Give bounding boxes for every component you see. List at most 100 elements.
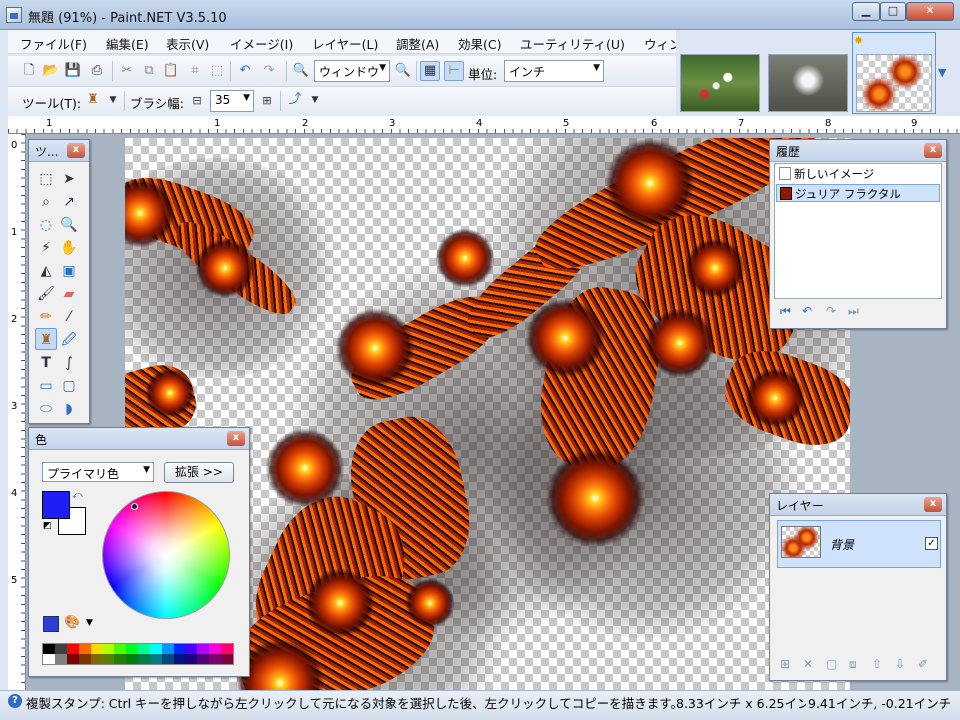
palette-swatch[interactable] xyxy=(90,654,103,664)
palette-swatch[interactable] xyxy=(173,654,186,664)
palette-menu-icon[interactable]: 🎨 xyxy=(64,615,80,630)
palette-swatch[interactable] xyxy=(54,644,67,654)
move-layer-down-icon[interactable]: ⇩ xyxy=(895,657,905,671)
deselect-icon[interactable]: ⬚ xyxy=(208,62,226,80)
palette-swatch[interactable] xyxy=(114,654,127,664)
palette-swatch[interactable] xyxy=(54,654,67,664)
rectangle-icon[interactable]: ▭ xyxy=(35,374,57,396)
palette-swatch[interactable] xyxy=(209,644,222,654)
palette-swatch[interactable] xyxy=(126,644,138,654)
eraser-icon[interactable]: ▰ xyxy=(58,282,80,304)
palette-swatch[interactable] xyxy=(149,644,162,654)
app-icon[interactable] xyxy=(6,7,22,23)
palette-swatch[interactable] xyxy=(138,654,150,664)
image-thumbnail-fractal[interactable] xyxy=(856,54,932,112)
image-thumbnail-flowers[interactable] xyxy=(680,54,760,112)
line-curve-icon[interactable]: ∫ xyxy=(58,351,80,373)
paste-icon[interactable]: 📋 xyxy=(162,62,180,80)
save-icon[interactable]: 💾 xyxy=(64,62,82,80)
palette-swatch[interactable] xyxy=(78,644,91,654)
palette-swatch[interactable] xyxy=(161,644,174,654)
expand-button[interactable]: 拡張 >> xyxy=(164,462,234,483)
units-dropdown[interactable]: インチ ▼ xyxy=(504,60,604,82)
new-icon[interactable]: 🗋 xyxy=(20,62,38,80)
palette-swatch[interactable] xyxy=(66,654,79,664)
palette-swatch[interactable] xyxy=(90,644,103,654)
duplicate-layer-icon[interactable]: ▢ xyxy=(826,657,837,671)
palette-swatch[interactable] xyxy=(66,644,79,654)
add-layer-icon[interactable]: ⊞ xyxy=(780,657,790,671)
color-wheel[interactable] xyxy=(102,491,230,619)
freeform-shape-icon[interactable]: ◗ xyxy=(58,397,80,419)
minimize-button[interactable]: ▁ xyxy=(852,2,880,21)
history-item[interactable]: 新しいイメージ xyxy=(776,165,940,183)
palette-swatch[interactable] xyxy=(209,654,222,664)
palette-swatch[interactable] xyxy=(173,644,186,654)
open-icon[interactable]: 📂 xyxy=(42,62,60,80)
delete-layer-icon[interactable]: ✕ xyxy=(803,657,813,671)
rounded-rectangle-icon[interactable]: ▢ xyxy=(58,374,80,396)
palette-swatch[interactable] xyxy=(221,644,233,654)
palette-swatch[interactable] xyxy=(197,644,210,654)
clone-stamp-icon[interactable]: ♜ xyxy=(84,91,102,109)
color-wheel-marker[interactable] xyxy=(131,503,138,510)
ellipse-select-icon[interactable]: ◌ xyxy=(35,213,57,235)
undo-icon[interactable]: ↶ xyxy=(236,62,254,80)
ruler-icon[interactable]: ⊢ xyxy=(444,61,464,81)
recolor-icon[interactable]: 🖉 xyxy=(58,328,80,350)
brush-decrease-icon[interactable]: ⊟ xyxy=(188,92,206,110)
history-last-icon[interactable]: ⏭ xyxy=(848,304,859,319)
history-panel-close-icon[interactable]: x xyxy=(924,143,942,158)
antialias-chevron-down-icon[interactable]: ▼ xyxy=(306,91,324,109)
palette-swatch[interactable] xyxy=(221,654,233,664)
history-undo-icon[interactable]: ↶ xyxy=(802,304,812,318)
crop-icon[interactable]: ⌗ xyxy=(186,62,204,80)
palette-swatch[interactable] xyxy=(78,654,91,664)
menu-utilities[interactable]: ユーティリティ(U) xyxy=(520,34,625,53)
history-redo-icon[interactable]: ↷ xyxy=(826,304,836,318)
palette-swatch[interactable] xyxy=(43,654,55,664)
move-selection-icon[interactable]: ➤ xyxy=(58,167,80,189)
copy-icon[interactable]: ⧉ xyxy=(140,62,158,80)
menu-view[interactable]: 表示(V) xyxy=(166,34,209,53)
menu-image[interactable]: イメージ(I) xyxy=(230,34,293,53)
paintbrush-icon[interactable]: 🖌 xyxy=(35,282,57,304)
palette-swatch[interactable] xyxy=(149,654,162,664)
zoom-in-icon[interactable]: 🔍 xyxy=(394,62,412,80)
clone-stamp-tool-icon[interactable]: ♜ xyxy=(35,328,57,350)
zoom-out-icon[interactable]: 🔍 xyxy=(292,62,310,80)
add-to-palette-icon[interactable] xyxy=(43,616,59,632)
palette-chevron-down-icon[interactable]: ▼ xyxy=(86,618,93,628)
pencil-icon[interactable]: ✏ xyxy=(35,305,57,327)
magic-wand-icon[interactable]: ⚡ xyxy=(35,236,57,258)
cut-icon[interactable]: ✂ xyxy=(118,62,136,80)
tools-panel-close-icon[interactable]: x xyxy=(67,143,85,158)
layers-panel-close-icon[interactable]: x xyxy=(924,497,942,512)
paint-bucket-icon[interactable]: ◭ xyxy=(35,259,57,281)
menu-edit[interactable]: 編集(E) xyxy=(106,34,149,53)
history-first-icon[interactable]: ⏮ xyxy=(780,304,791,319)
antialias-icon[interactable]: ⤴ xyxy=(286,91,304,109)
move-layer-up-icon[interactable]: ⇧ xyxy=(872,657,882,671)
palette-swatch[interactable] xyxy=(161,654,174,664)
thumbnail-scroll-icon[interactable]: ▼ xyxy=(938,66,946,79)
palette-swatch[interactable] xyxy=(114,644,127,654)
lasso-select-icon[interactable]: ⌕ xyxy=(35,190,57,212)
reset-colors-icon[interactable]: ◩ xyxy=(43,521,55,533)
close-button[interactable]: ✕ xyxy=(906,2,954,21)
color-mode-dropdown[interactable]: プライマリ色 ▼ xyxy=(42,462,154,482)
primary-color-swatch[interactable] xyxy=(42,491,70,519)
palette-swatch[interactable] xyxy=(185,644,198,654)
menu-effects[interactable]: 効果(C) xyxy=(458,34,501,53)
zoom-dropdown[interactable]: ウィンドウ ▼ xyxy=(314,60,390,82)
colors-panel-close-icon[interactable]: x xyxy=(227,431,245,446)
maximize-button[interactable]: □ xyxy=(880,2,906,21)
tool-chevron-down-icon[interactable]: ▼ xyxy=(104,91,122,109)
palette-swatch[interactable] xyxy=(185,654,198,664)
image-thumbnail-lily[interactable] xyxy=(768,54,848,112)
color-picker-icon[interactable]: ⁄ xyxy=(58,305,80,327)
swap-colors-icon[interactable]: ⤺ xyxy=(72,490,83,501)
zoom-icon[interactable]: 🔍 xyxy=(58,213,80,235)
print-icon[interactable]: ⎙ xyxy=(88,62,106,80)
palette-swatch[interactable] xyxy=(197,654,210,664)
